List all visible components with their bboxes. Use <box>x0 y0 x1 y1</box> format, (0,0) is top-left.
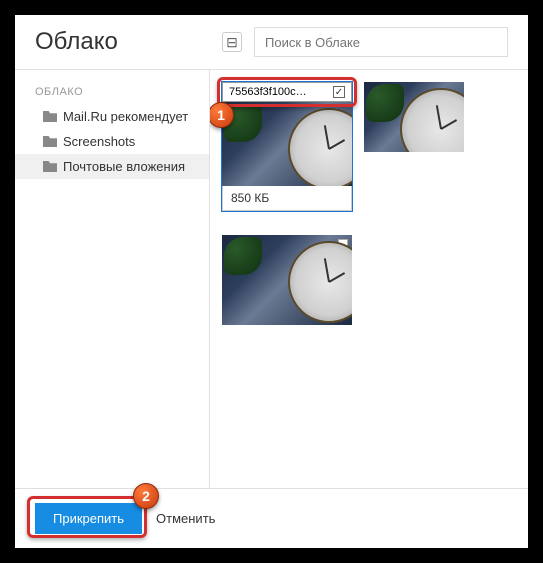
sidebar-item-label: Screenshots <box>63 134 135 149</box>
thumb-clock <box>288 108 352 186</box>
sidebar: ОБЛАКО Mail.Ru рекомендует Screenshots П… <box>15 70 210 488</box>
dialog-body: ОБЛАКО Mail.Ru рекомендует Screenshots П… <box>15 70 528 488</box>
thumb-decor <box>366 84 404 122</box>
sidebar-item-label: Mail.Ru рекомендует <box>63 109 188 124</box>
file-name-bar: 75563f3f100c… <box>222 82 352 102</box>
file-card[interactable] <box>222 235 352 325</box>
folder-icon <box>43 111 57 122</box>
folder-icon <box>43 136 57 147</box>
dialog-title: Облако <box>35 28 210 56</box>
file-name: 75563f3f100c… <box>229 86 307 98</box>
folder-icon <box>43 161 57 172</box>
cancel-button[interactable]: Отменить <box>156 511 215 526</box>
file-thumbnail <box>364 82 464 152</box>
dialog-footer: Прикрепить 2 Отменить <box>15 488 528 548</box>
file-thumbnail <box>222 235 352 325</box>
attach-button[interactable]: Прикрепить <box>35 503 142 534</box>
sidebar-item-attachments[interactable]: Почтовые вложения <box>15 154 209 179</box>
file-card[interactable]: 1 75563f3f100c… 850 КБ <box>222 82 352 211</box>
dialog-header: Облако ⊟ <box>15 15 528 70</box>
file-card[interactable] <box>364 82 464 211</box>
thumb-clock <box>400 88 464 152</box>
search-input[interactable] <box>254 27 508 57</box>
file-checkbox[interactable] <box>333 86 345 98</box>
file-size: 850 КБ <box>222 186 352 211</box>
sidebar-item-label: Почтовые вложения <box>63 159 185 174</box>
thumb-clock <box>288 241 352 323</box>
tutorial-callout-2: 2 <box>133 483 159 509</box>
sidebar-item-screenshots[interactable]: Screenshots <box>15 129 209 154</box>
file-grid: 1 75563f3f100c… 850 КБ <box>210 70 528 488</box>
sidebar-item-recommended[interactable]: Mail.Ru рекомендует <box>15 104 209 129</box>
sidebar-section-label: ОБЛАКО <box>15 80 209 104</box>
collapse-icon[interactable]: ⊟ <box>222 32 242 52</box>
thumb-decor <box>224 237 262 275</box>
file-thumbnail <box>222 102 352 186</box>
cloud-file-picker: Облако ⊟ ОБЛАКО Mail.Ru рекомендует Scre… <box>15 15 528 548</box>
